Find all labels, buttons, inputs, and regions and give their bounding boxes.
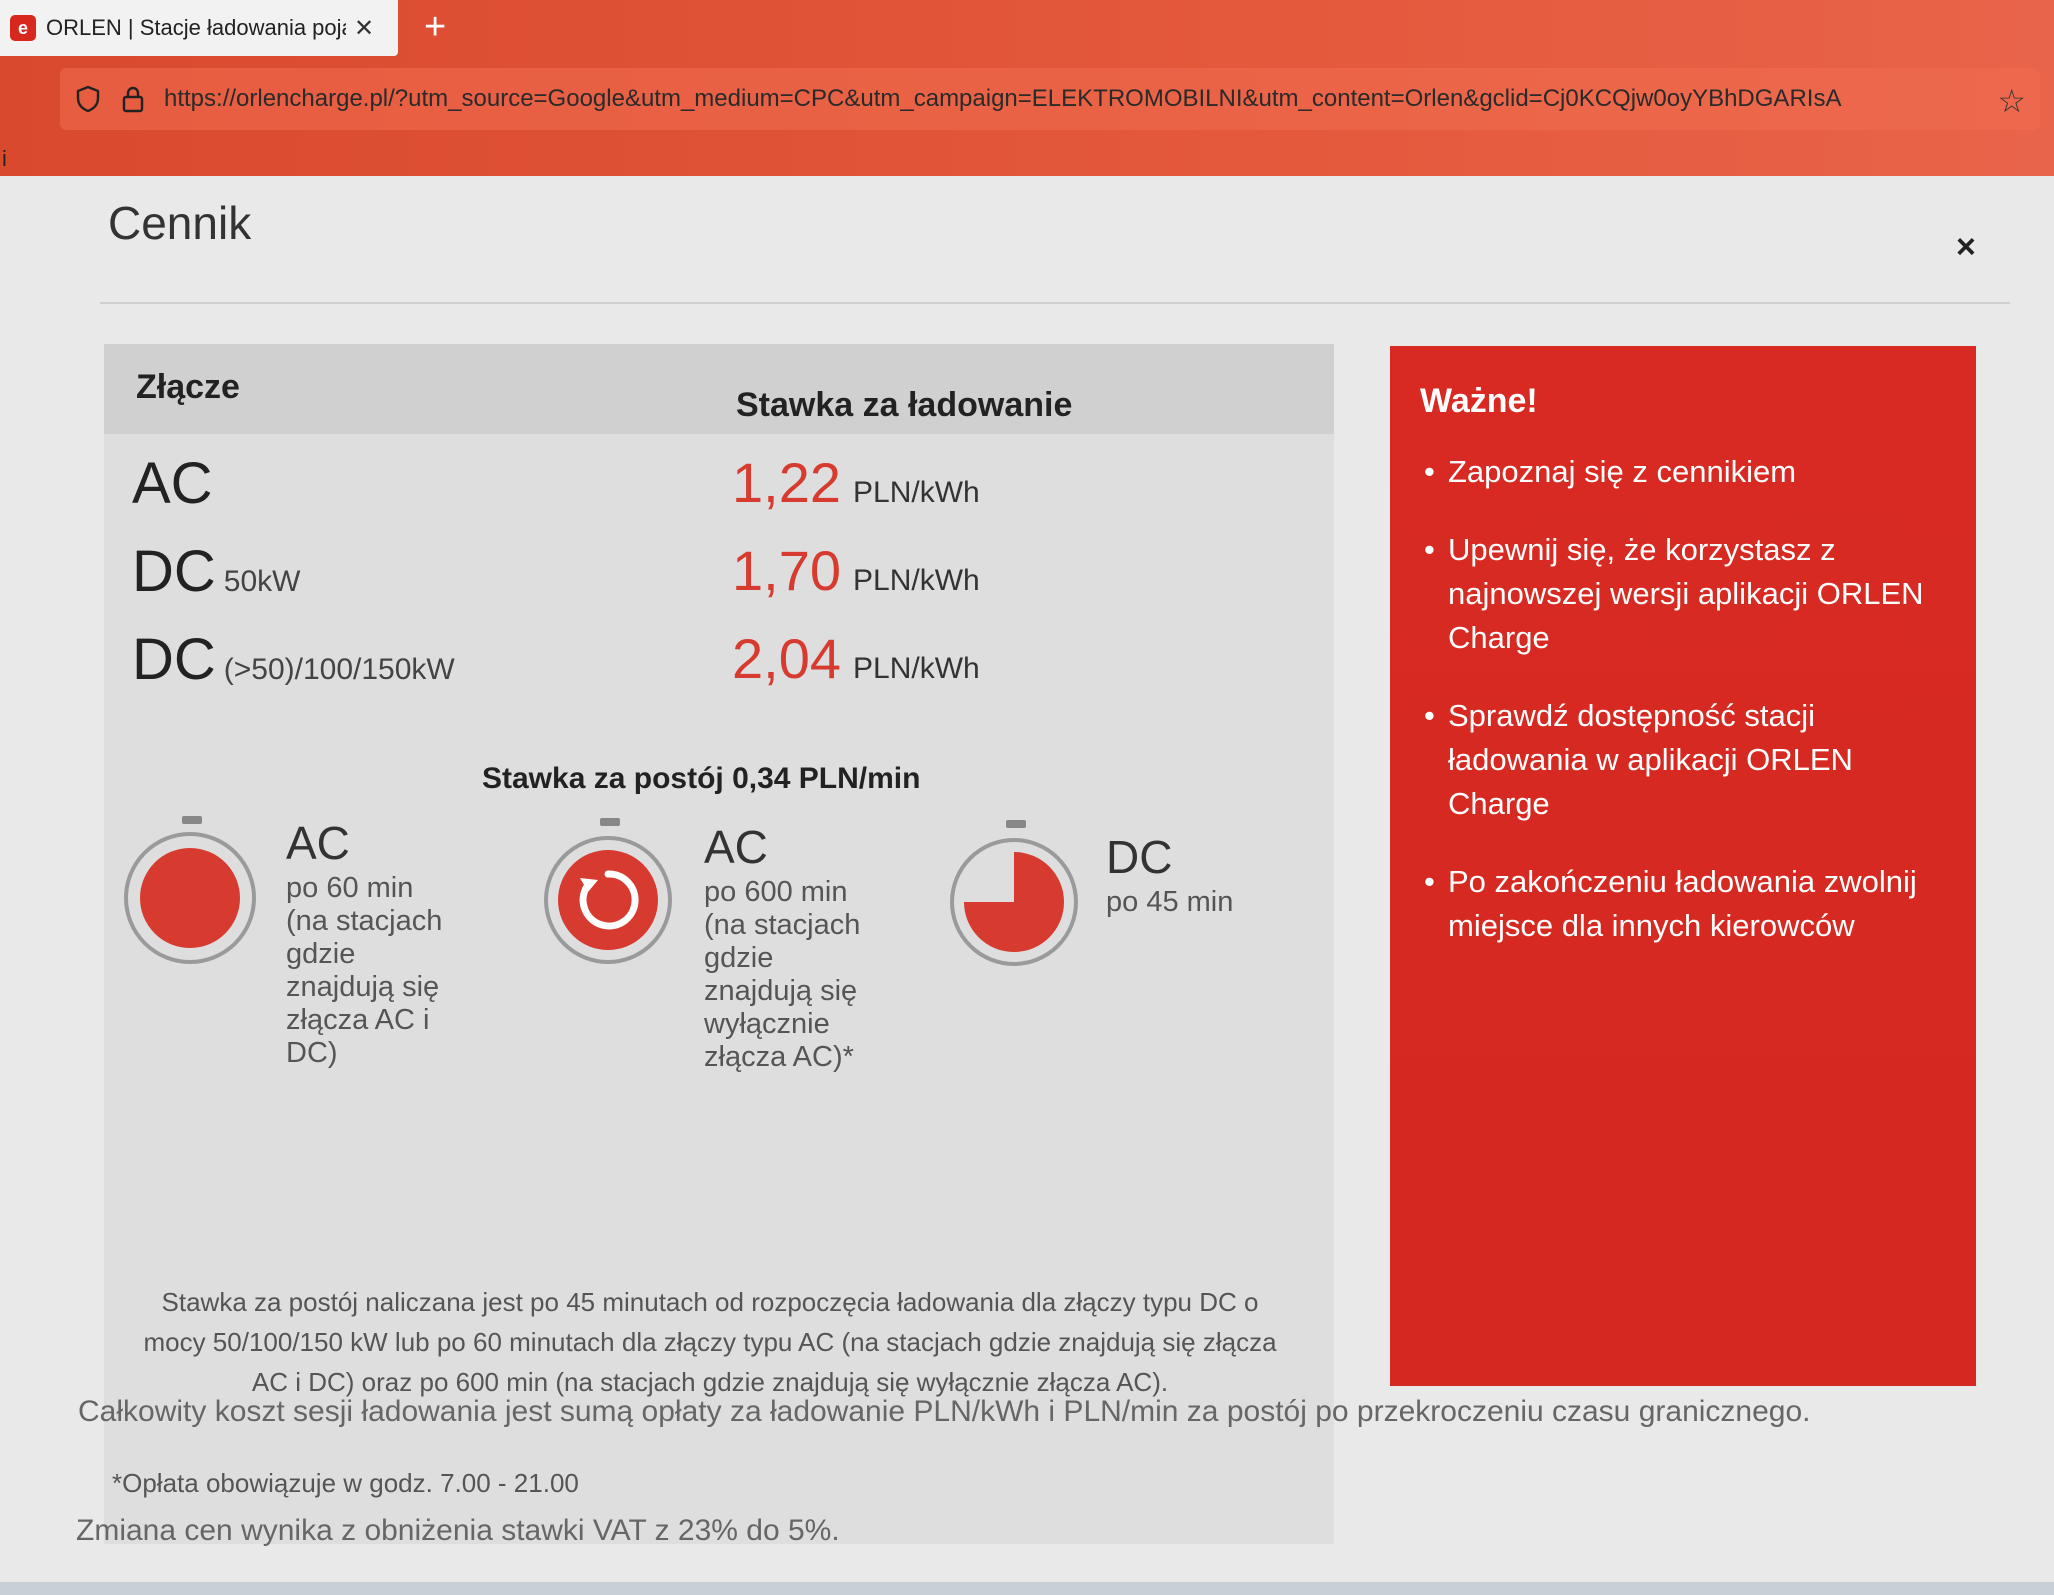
important-list: Zapoznaj się z cennikiem Upewnij się, że… — [1420, 450, 1940, 982]
idle-desc-line: gdzie — [704, 942, 774, 974]
url-text[interactable]: https://orlencharge.pl/?utm_source=Googl… — [164, 85, 1934, 113]
price-row-ac: AC 1,22 PLN/kWh — [104, 442, 1334, 528]
footnote: *Opłata obowiązuje w godz. 7.00 - 21.00 — [112, 1468, 579, 1498]
price-value: 1,22 — [732, 451, 841, 514]
idle-desc-line: wyłącznie — [704, 1008, 830, 1040]
important-item: Zapoznaj się z cennikiem — [1420, 450, 1940, 494]
browser-chrome: e ORLEN | Stacje ładowania pojaz ✕ + htt… — [0, 0, 2054, 196]
bottom-strip — [0, 1582, 2054, 1595]
price-unit: PLN/kWh — [853, 652, 980, 685]
idle-desc: po 60 min (na stacjach gdzie znajdują si… — [286, 872, 486, 1070]
stopwatch-restart-icon — [544, 818, 672, 964]
new-tab-button[interactable]: + — [424, 6, 446, 49]
important-item: Upewnij się, że korzystasz z najnowszej … — [1420, 528, 1940, 660]
important-title: Ważne! — [1420, 382, 1538, 420]
tab-strip: e ORLEN | Stacje ładowania pojaz ✕ + — [0, 0, 2054, 58]
idle-fee-title: Stawka za postój 0,34 PLN/min — [482, 762, 921, 795]
idle-desc: po 600 min (na stacjach gdzie znajdują s… — [704, 876, 904, 1074]
connector-type: AC — [132, 451, 213, 516]
idle-desc-line: złącza AC)* — [704, 1041, 854, 1073]
charge-price: 1,22 PLN/kWh — [732, 450, 980, 515]
modal-title: Cennik — [108, 197, 252, 249]
price-row-dc-50: DC 50kW 1,70 PLN/kWh — [104, 530, 1334, 616]
pricing-modal: Cennik × Złącze Stawka za ładowanie AC 1… — [0, 176, 2054, 1595]
tab-title: ORLEN | Stacje ładowania pojaz — [46, 15, 346, 40]
idle-desc: po 45 min — [1106, 886, 1306, 919]
price-unit: PLN/kWh — [853, 564, 980, 597]
lock-icon[interactable] — [122, 85, 144, 113]
idle-desc-line: DC) — [286, 1037, 338, 1069]
idle-desc-line: gdzie — [286, 938, 356, 970]
divider — [100, 302, 2010, 304]
charge-price: 2,04 PLN/kWh — [732, 626, 980, 691]
important-item: Po zakończeniu ładowania zwolnij miejsce… — [1420, 860, 1940, 948]
connector-name: DC 50kW — [132, 538, 300, 605]
header-connector: Złącze — [136, 368, 240, 406]
star-icon[interactable]: ☆ — [1997, 82, 2026, 120]
header-rate: Stawka za ładowanie — [736, 386, 1073, 424]
address-bar[interactable]: https://orlencharge.pl/?utm_source=Googl… — [60, 68, 2040, 130]
idle-type: AC — [704, 821, 768, 873]
idle-desc-line: znajdują się — [286, 971, 440, 1003]
price-value: 1,70 — [732, 539, 841, 602]
idle-desc-line: po 45 min — [1106, 886, 1234, 918]
important-item: Sprawdź dostępność stacji ładowania w ap… — [1420, 694, 1940, 826]
stopwatch-three-quarter-icon — [950, 820, 1078, 966]
connector-name: AC — [132, 450, 221, 517]
browser-tab[interactable]: e ORLEN | Stacje ładowania pojaz ✕ — [0, 0, 398, 56]
orlen-favicon-icon: e — [10, 15, 36, 41]
price-unit: PLN/kWh — [853, 476, 980, 509]
idle-type: AC — [286, 817, 350, 869]
price-value: 2,04 — [732, 627, 841, 690]
connector-name: DC (>50)/100/150kW — [132, 626, 455, 693]
idle-desc-line: znajdują się — [704, 975, 858, 1007]
idle-desc-line: (na stacjach — [704, 909, 861, 941]
connector-power: (>50)/100/150kW — [223, 653, 455, 686]
vat-note: Zmiana cen wynika z obniżenia stawki VAT… — [76, 1514, 840, 1547]
idle-fee-note: Stawka za postój naliczana jest po 45 mi… — [143, 1287, 1277, 1397]
tab-close-button[interactable]: ✕ — [354, 14, 374, 43]
idle-desc-line: po 600 min — [704, 876, 848, 908]
total-cost-note: Całkowity koszt sesji ładowania jest sum… — [78, 1395, 1811, 1428]
price-table-header: Złącze Stawka za ładowanie — [104, 344, 1334, 434]
idle-desc-line: złącza AC i — [286, 1004, 430, 1036]
close-button[interactable]: × — [1956, 228, 1976, 267]
price-row-dc-150: DC (>50)/100/150kW 2,04 PLN/kWh — [104, 618, 1334, 704]
idle-desc-line: (na stacjach — [286, 905, 443, 937]
stopwatch-full-icon — [124, 816, 256, 964]
idle-desc-line: po 60 min — [286, 872, 414, 904]
idle-type: DC — [1106, 831, 1173, 883]
connector-type: DC — [132, 539, 216, 604]
charge-price: 1,70 PLN/kWh — [732, 538, 980, 603]
important-box: Ważne! Zapoznaj się z cennikiem Upewnij … — [1390, 346, 1976, 1386]
connector-type: DC — [132, 627, 216, 692]
shield-icon[interactable] — [76, 85, 100, 113]
connector-power: 50kW — [223, 565, 301, 598]
bookmark-item[interactable]: i — [2, 146, 7, 172]
